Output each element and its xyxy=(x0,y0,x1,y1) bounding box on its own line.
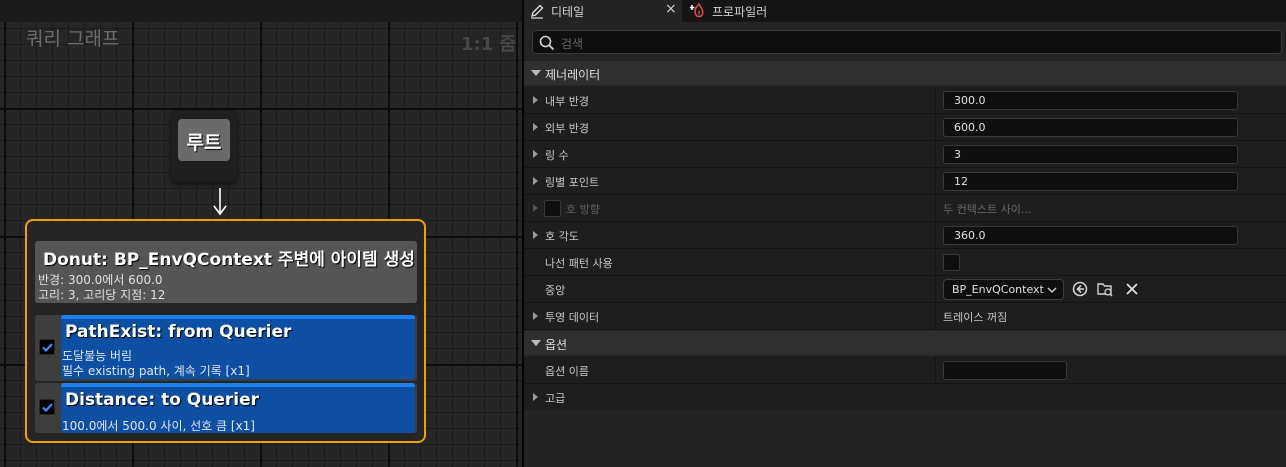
expand-arrow-icon[interactable] xyxy=(533,96,538,104)
root-node-label: 루트 xyxy=(186,132,222,154)
expand-arrow-icon[interactable] xyxy=(533,312,538,320)
tab-details-label: 디테일 xyxy=(551,5,585,19)
test-card[interactable]: PathExist: from Querier 도달불능 버림 필수 exist… xyxy=(61,315,415,379)
generator-rings-text: 고리: 3, 고리당 지점: 12 xyxy=(38,288,166,302)
arc-direction-checkbox[interactable] xyxy=(544,200,561,217)
tab-profiler[interactable]: 프로파일러 xyxy=(684,0,814,22)
connection-arrow xyxy=(213,188,227,216)
points-per-ring-field[interactable]: 12 xyxy=(943,172,1238,191)
spiral-pattern-checkbox[interactable] xyxy=(943,254,960,271)
graph-toolbar xyxy=(0,0,522,22)
root-node-body: 루트 xyxy=(178,119,230,161)
test-title: PathExist: from Querier xyxy=(65,322,292,342)
inner-radius-field[interactable]: 300.0 xyxy=(943,91,1238,110)
query-graph-panel[interactable]: 쿼리 그래프 1:1 줌 루트 Donut: BP_EnvQContext 주변… xyxy=(0,0,522,467)
generator-node[interactable]: Donut: BP_EnvQContext 주변에 아이템 생성 반경: 300… xyxy=(25,219,426,443)
property-points-per-ring: 링별 포인트 12 xyxy=(524,168,1286,195)
outer-radius-field[interactable]: 600.0 xyxy=(943,118,1238,137)
search-input[interactable]: 검색 xyxy=(532,30,1282,54)
clear-icon[interactable] xyxy=(1123,280,1141,298)
property-label: 옵션 이름 xyxy=(545,365,589,378)
column-divider xyxy=(935,168,936,194)
property-label: 나선 패턴 사용 xyxy=(545,257,613,270)
property-ring-count: 링 수 3 xyxy=(524,141,1286,168)
test-enabled-checkbox[interactable] xyxy=(39,399,55,415)
details-panel: 디테일 × 프로파일러 검색 제너레이터 내부 반경 300.0 외부 반경 6… xyxy=(524,0,1286,467)
property-label: 호 방향 xyxy=(566,203,600,216)
property-label: 중앙 xyxy=(545,284,566,297)
property-label: 투영 데이터 xyxy=(545,311,600,324)
property-center: 중앙 BP_EnvQContext xyxy=(524,276,1286,303)
test-title: Distance: to Querier xyxy=(65,390,260,410)
property-label: 고급 xyxy=(545,392,566,405)
browse-folder-icon[interactable] xyxy=(1096,280,1114,298)
property-label: 링별 포인트 xyxy=(545,176,600,189)
dropdown-value: BP_EnvQContext xyxy=(952,283,1044,296)
center-context-dropdown[interactable]: BP_EnvQContext xyxy=(943,279,1064,300)
test-description: 필수 existing path, 계속 기록 [x1] xyxy=(62,364,250,378)
ring-count-field[interactable]: 3 xyxy=(943,145,1238,164)
property-label: 호 각도 xyxy=(545,230,579,243)
zoom-level: 1:1 줌 xyxy=(461,34,517,55)
search-placeholder: 검색 xyxy=(561,37,584,51)
category-option[interactable]: 옵션 xyxy=(524,331,1286,355)
property-projection-data: 투영 데이터 트레이스 꺼짐 xyxy=(524,303,1286,330)
column-divider xyxy=(935,357,936,383)
expand-arrow-icon[interactable] xyxy=(533,231,538,239)
test-row-pathexist[interactable]: PathExist: from Querier 도달불능 버림 필수 exist… xyxy=(35,315,417,381)
use-selected-arrow-icon[interactable] xyxy=(1071,280,1089,298)
property-label: 외부 반경 xyxy=(545,122,589,135)
column-divider xyxy=(935,249,936,275)
expand-arrow-icon[interactable] xyxy=(533,393,538,401)
column-divider xyxy=(935,87,936,113)
expand-arrow-icon[interactable] xyxy=(533,123,538,131)
property-advanced[interactable]: 고급 xyxy=(524,384,1286,410)
test-enabled-checkbox[interactable] xyxy=(39,339,55,355)
expand-arrow-icon xyxy=(531,340,541,346)
pencil-icon xyxy=(531,4,544,19)
tab-bar: 디테일 × 프로파일러 xyxy=(524,0,1286,22)
profiler-icon xyxy=(690,2,704,18)
column-divider xyxy=(935,114,936,140)
generator-title: Donut: BP_EnvQContext 주변에 아이템 생성 xyxy=(43,250,415,270)
expand-arrow-icon[interactable] xyxy=(533,177,538,185)
arc-direction-value: 두 컨텍스트 사이... xyxy=(943,203,1032,216)
chevron-down-icon xyxy=(1047,287,1057,294)
column-divider xyxy=(935,141,936,167)
search-icon xyxy=(539,35,555,51)
property-outer-radius: 외부 반경 600.0 xyxy=(524,114,1286,141)
column-divider xyxy=(935,276,936,302)
expand-arrow-icon xyxy=(533,204,538,212)
category-label: 옵션 xyxy=(545,338,568,352)
property-label: 내부 반경 xyxy=(545,95,589,108)
root-node[interactable]: 루트 xyxy=(171,110,237,182)
arc-angle-field[interactable]: 360.0 xyxy=(943,226,1238,245)
column-divider xyxy=(935,303,936,329)
check-icon xyxy=(42,343,53,353)
check-icon xyxy=(42,403,53,413)
column-divider xyxy=(935,195,936,221)
category-label: 제너레이터 xyxy=(545,68,601,82)
test-row-distance[interactable]: Distance: to Querier 100.0에서 500.0 사이, 선… xyxy=(35,383,417,433)
tab-details[interactable]: 디테일 × xyxy=(524,0,682,22)
property-option-name: 옵션 이름 xyxy=(524,357,1286,384)
graph-title: 쿼리 그래프 xyxy=(26,28,120,50)
category-generator[interactable]: 제너레이터 xyxy=(524,61,1286,85)
property-arc-angle: 호 각도 360.0 xyxy=(524,222,1286,249)
column-divider xyxy=(935,222,936,248)
expand-arrow-icon xyxy=(531,70,541,76)
option-name-field[interactable] xyxy=(943,361,1067,380)
tab-profiler-label: 프로파일러 xyxy=(712,5,768,19)
property-label: 링 수 xyxy=(545,149,569,162)
projection-data-value: 트레이스 꺼짐 xyxy=(943,311,1008,324)
property-arc-direction: 호 방향 두 컨텍스트 사이... xyxy=(524,195,1286,222)
test-description: 100.0에서 500.0 사이, 선호 큼 [x1] xyxy=(62,419,255,433)
property-inner-radius: 내부 반경 300.0 xyxy=(524,87,1286,114)
expand-arrow-icon[interactable] xyxy=(533,150,538,158)
property-spiral-pattern: 나선 패턴 사용 xyxy=(524,249,1286,276)
generator-header: Donut: BP_EnvQContext 주변에 아이템 생성 반경: 300… xyxy=(35,241,417,303)
editor-window: 쿼리 그래프 1:1 줌 루트 Donut: BP_EnvQContext 주변… xyxy=(0,0,1286,467)
close-icon[interactable]: × xyxy=(665,1,677,17)
test-card[interactable]: Distance: to Querier 100.0에서 500.0 사이, 선… xyxy=(61,383,415,433)
